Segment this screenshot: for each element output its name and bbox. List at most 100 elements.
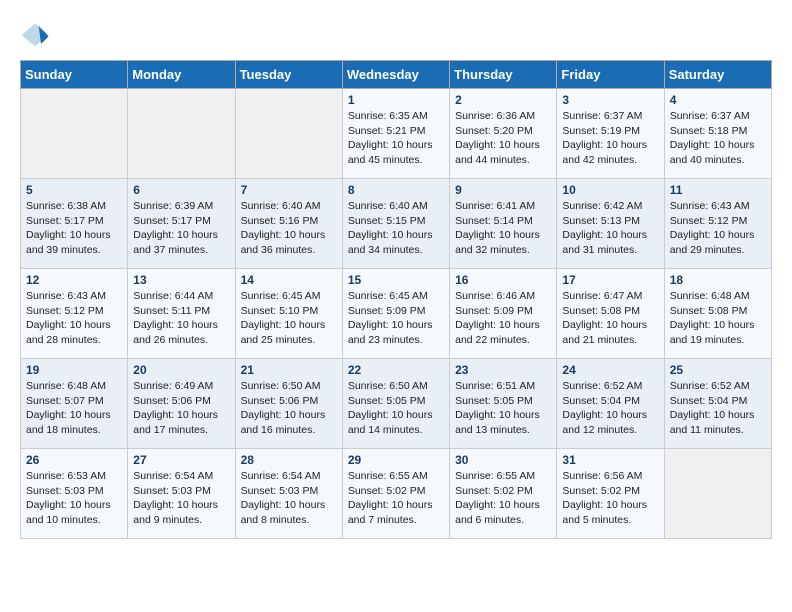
day-number: 25 bbox=[670, 363, 766, 377]
day-info: Sunrise: 6:50 AM Sunset: 5:06 PM Dayligh… bbox=[241, 379, 337, 438]
calendar-cell: 4Sunrise: 6:37 AM Sunset: 5:18 PM Daylig… bbox=[664, 89, 771, 179]
day-info: Sunrise: 6:47 AM Sunset: 5:08 PM Dayligh… bbox=[562, 289, 658, 348]
calendar-cell: 5 Sunrise: 6:38 AM Sunset: 5:17 PM Daylig… bbox=[21, 179, 128, 269]
calendar-cell: 17 Sunrise: 6:47 AM Sunset: 5:08 PM Dayli… bbox=[557, 269, 664, 359]
weekday-header-saturday: Saturday bbox=[664, 61, 771, 89]
calendar-cell: 10 Sunrise: 6:42 AM Sunset: 5:13 PM Dayli… bbox=[557, 179, 664, 269]
day-number: 29 bbox=[348, 453, 444, 467]
calendar-cell: 22 Sunrise: 6:50 AM Sunset: 5:05 PM Dayli… bbox=[342, 359, 449, 449]
day-info: Sunrise: 6:38 AM Sunset: 5:17 PM Dayligh… bbox=[26, 199, 122, 258]
calendar-cell: 9 Sunrise: 6:41 AM Sunset: 5:14 PM Daylig… bbox=[450, 179, 557, 269]
calendar-cell: 24 Sunrise: 6:52 AM Sunset: 5:04 PM Dayli… bbox=[557, 359, 664, 449]
calendar-cell: 13 Sunrise: 6:44 AM Sunset: 5:11 PM Dayli… bbox=[128, 269, 235, 359]
day-number: 24 bbox=[562, 363, 658, 377]
week-row-3: 12 Sunrise: 6:43 AM Sunset: 5:12 PM Dayli… bbox=[21, 269, 772, 359]
logo bbox=[20, 20, 52, 50]
day-number: 5 bbox=[26, 183, 122, 197]
calendar-cell: 31 Sunrise: 6:56 AM Sunset: 5:02 PM Dayli… bbox=[557, 449, 664, 539]
week-row-5: 26 Sunrise: 6:53 AM Sunset: 5:03 PM Dayli… bbox=[21, 449, 772, 539]
day-info: Sunrise: 6:52 AM Sunset: 5:04 PM Dayligh… bbox=[562, 379, 658, 438]
day-number: 15 bbox=[348, 273, 444, 287]
week-row-2: 5 Sunrise: 6:38 AM Sunset: 5:17 PM Daylig… bbox=[21, 179, 772, 269]
day-info: Sunrise: 6:46 AM Sunset: 5:09 PM Dayligh… bbox=[455, 289, 551, 348]
calendar-cell: 18 Sunrise: 6:48 AM Sunset: 5:08 PM Dayli… bbox=[664, 269, 771, 359]
calendar-cell: 29Sunrise: 6:55 AM Sunset: 5:02 PM Dayli… bbox=[342, 449, 449, 539]
calendar-cell: 2 Sunrise: 6:36 AM Sunset: 5:20 PM Daylig… bbox=[450, 89, 557, 179]
day-number: 18 bbox=[670, 273, 766, 287]
day-number: 19 bbox=[26, 363, 122, 377]
header bbox=[20, 20, 772, 50]
calendar-cell: 8Sunrise: 6:40 AM Sunset: 5:15 PM Daylig… bbox=[342, 179, 449, 269]
calendar-cell: 23 Sunrise: 6:51 AM Sunset: 5:05 PM Dayli… bbox=[450, 359, 557, 449]
calendar-cell: 16 Sunrise: 6:46 AM Sunset: 5:09 PM Dayli… bbox=[450, 269, 557, 359]
day-number: 10 bbox=[562, 183, 658, 197]
day-number: 1 bbox=[348, 93, 444, 107]
calendar-cell: 28 Sunrise: 6:54 AM Sunset: 5:03 PM Dayli… bbox=[235, 449, 342, 539]
weekday-header-tuesday: Tuesday bbox=[235, 61, 342, 89]
day-number: 28 bbox=[241, 453, 337, 467]
day-info: Sunrise: 6:56 AM Sunset: 5:02 PM Dayligh… bbox=[562, 469, 658, 528]
day-info: Sunrise: 6:48 AM Sunset: 5:08 PM Dayligh… bbox=[670, 289, 766, 348]
calendar-cell: 15 Sunrise: 6:45 AM Sunset: 5:09 PM Dayli… bbox=[342, 269, 449, 359]
calendar-cell bbox=[235, 89, 342, 179]
day-info: Sunrise: 6:52 AM Sunset: 5:04 PM Dayligh… bbox=[670, 379, 766, 438]
calendar-cell: 30 Sunrise: 6:55 AM Sunset: 5:02 PM Dayli… bbox=[450, 449, 557, 539]
calendar-table: SundayMondayTuesdayWednesdayThursdayFrid… bbox=[20, 60, 772, 539]
day-number: 9 bbox=[455, 183, 551, 197]
day-info: Sunrise: 6:37 AM Sunset: 5:19 PM Dayligh… bbox=[562, 109, 658, 168]
day-number: 13 bbox=[133, 273, 229, 287]
day-info: Sunrise: 6:39 AM Sunset: 5:17 PM Dayligh… bbox=[133, 199, 229, 258]
day-number: 22 bbox=[348, 363, 444, 377]
day-number: 8 bbox=[348, 183, 444, 197]
calendar-cell: 19 Sunrise: 6:48 AM Sunset: 5:07 PM Dayli… bbox=[21, 359, 128, 449]
logo-icon bbox=[20, 20, 50, 50]
day-number: 16 bbox=[455, 273, 551, 287]
day-info: Sunrise: 6:55 AM Sunset: 5:02 PM Dayligh… bbox=[455, 469, 551, 528]
day-info: Sunrise: 6:44 AM Sunset: 5:11 PM Dayligh… bbox=[133, 289, 229, 348]
day-number: 23 bbox=[455, 363, 551, 377]
calendar-cell: 20 Sunrise: 6:49 AM Sunset: 5:06 PM Dayli… bbox=[128, 359, 235, 449]
calendar-cell bbox=[128, 89, 235, 179]
day-info: Sunrise: 6:54 AM Sunset: 5:03 PM Dayligh… bbox=[133, 469, 229, 528]
day-number: 2 bbox=[455, 93, 551, 107]
day-info: Sunrise: 6:50 AM Sunset: 5:05 PM Dayligh… bbox=[348, 379, 444, 438]
day-info: Sunrise: 6:54 AM Sunset: 5:03 PM Dayligh… bbox=[241, 469, 337, 528]
weekday-header-row: SundayMondayTuesdayWednesdayThursdayFrid… bbox=[21, 61, 772, 89]
day-info: Sunrise: 6:42 AM Sunset: 5:13 PM Dayligh… bbox=[562, 199, 658, 258]
day-number: 31 bbox=[562, 453, 658, 467]
day-info: Sunrise: 6:49 AM Sunset: 5:06 PM Dayligh… bbox=[133, 379, 229, 438]
calendar-cell: 3 Sunrise: 6:37 AM Sunset: 5:19 PM Daylig… bbox=[557, 89, 664, 179]
calendar-cell: 11Sunrise: 6:43 AM Sunset: 5:12 PM Dayli… bbox=[664, 179, 771, 269]
calendar-cell: 26 Sunrise: 6:53 AM Sunset: 5:03 PM Dayli… bbox=[21, 449, 128, 539]
weekday-header-sunday: Sunday bbox=[21, 61, 128, 89]
day-info: Sunrise: 6:43 AM Sunset: 5:12 PM Dayligh… bbox=[26, 289, 122, 348]
calendar-cell: 27 Sunrise: 6:54 AM Sunset: 5:03 PM Dayli… bbox=[128, 449, 235, 539]
calendar-cell: 12 Sunrise: 6:43 AM Sunset: 5:12 PM Dayli… bbox=[21, 269, 128, 359]
day-number: 17 bbox=[562, 273, 658, 287]
day-number: 6 bbox=[133, 183, 229, 197]
weekday-header-monday: Monday bbox=[128, 61, 235, 89]
day-info: Sunrise: 6:45 AM Sunset: 5:09 PM Dayligh… bbox=[348, 289, 444, 348]
calendar-cell: 25 Sunrise: 6:52 AM Sunset: 5:04 PM Dayli… bbox=[664, 359, 771, 449]
day-number: 30 bbox=[455, 453, 551, 467]
week-row-1: 1 Sunrise: 6:35 AM Sunset: 5:21 PM Daylig… bbox=[21, 89, 772, 179]
day-info: Sunrise: 6:45 AM Sunset: 5:10 PM Dayligh… bbox=[241, 289, 337, 348]
weekday-header-friday: Friday bbox=[557, 61, 664, 89]
day-number: 26 bbox=[26, 453, 122, 467]
day-info: Sunrise: 6:36 AM Sunset: 5:20 PM Dayligh… bbox=[455, 109, 551, 168]
day-number: 21 bbox=[241, 363, 337, 377]
day-number: 12 bbox=[26, 273, 122, 287]
day-info: Sunrise: 6:41 AM Sunset: 5:14 PM Dayligh… bbox=[455, 199, 551, 258]
day-number: 20 bbox=[133, 363, 229, 377]
calendar-cell bbox=[664, 449, 771, 539]
day-info: Sunrise: 6:35 AM Sunset: 5:21 PM Dayligh… bbox=[348, 109, 444, 168]
weekday-header-thursday: Thursday bbox=[450, 61, 557, 89]
calendar-cell: 14Sunrise: 6:45 AM Sunset: 5:10 PM Dayli… bbox=[235, 269, 342, 359]
day-number: 3 bbox=[562, 93, 658, 107]
day-info: Sunrise: 6:48 AM Sunset: 5:07 PM Dayligh… bbox=[26, 379, 122, 438]
day-info: Sunrise: 6:53 AM Sunset: 5:03 PM Dayligh… bbox=[26, 469, 122, 528]
day-info: Sunrise: 6:51 AM Sunset: 5:05 PM Dayligh… bbox=[455, 379, 551, 438]
calendar-cell: 21 Sunrise: 6:50 AM Sunset: 5:06 PM Dayli… bbox=[235, 359, 342, 449]
day-number: 27 bbox=[133, 453, 229, 467]
week-row-4: 19 Sunrise: 6:48 AM Sunset: 5:07 PM Dayli… bbox=[21, 359, 772, 449]
